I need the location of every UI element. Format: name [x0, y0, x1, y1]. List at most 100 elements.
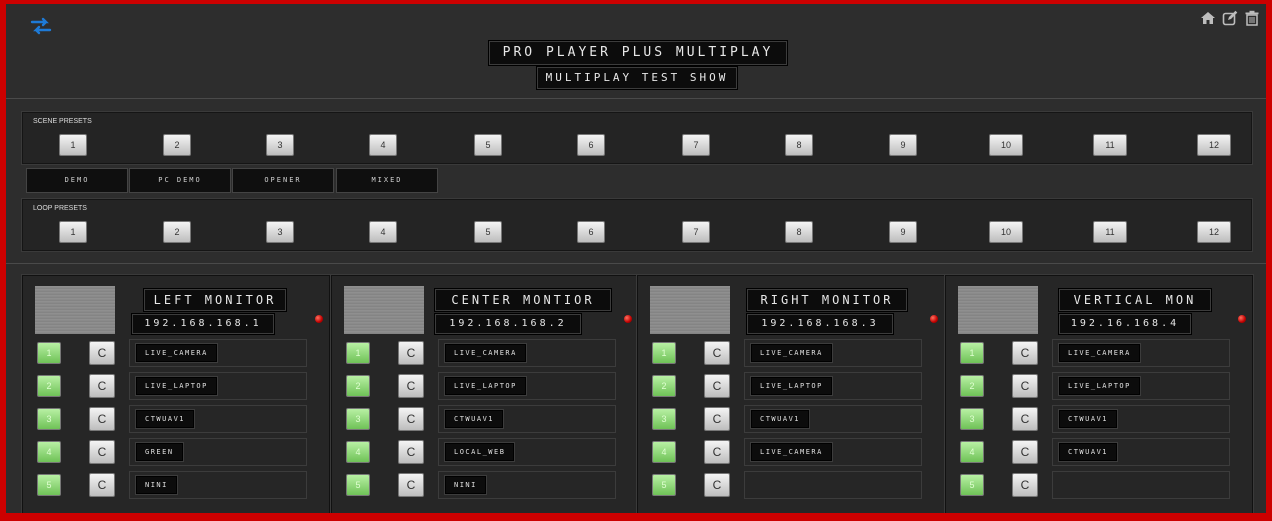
source-label: LIVE_LAPTOP [445, 377, 526, 395]
loop-preset-button-4[interactable]: 4 [369, 221, 397, 243]
play-preset-button[interactable]: 3 [37, 408, 61, 430]
play-preset-button[interactable]: 2 [960, 375, 984, 397]
play-preset-button[interactable]: 1 [652, 342, 676, 364]
source-field[interactable]: LIVE_LAPTOP [1052, 372, 1230, 400]
named-scene-button[interactable]: DEMO [26, 168, 128, 193]
play-preset-button[interactable]: 4 [37, 441, 61, 463]
reload-button[interactable]: C [704, 374, 730, 398]
source-field[interactable]: CTWUAV1 [438, 405, 616, 433]
reload-button[interactable]: C [704, 407, 730, 431]
source-field[interactable]: CTWUAV1 [744, 405, 922, 433]
monitor-ip: 192.16.168.4 [1058, 313, 1192, 335]
play-preset-button[interactable]: 5 [37, 474, 61, 496]
play-preset-button[interactable]: 5 [960, 474, 984, 496]
source-field[interactable]: LIVE_LAPTOP [744, 372, 922, 400]
loop-preset-button-3[interactable]: 3 [266, 221, 294, 243]
source-label: CTWUAV1 [1059, 443, 1118, 461]
source-field[interactable]: LIVE_CAMERA [744, 339, 922, 367]
source-field[interactable] [1052, 471, 1230, 499]
scene-preset-button-2[interactable]: 2 [163, 134, 191, 156]
loop-preset-button-2[interactable]: 2 [163, 221, 191, 243]
scene-preset-button-11[interactable]: 11 [1093, 134, 1127, 156]
source-field[interactable]: CTWUAV1 [129, 405, 307, 433]
preview-thumbnail [958, 286, 1038, 334]
scene-preset-button-3[interactable]: 3 [266, 134, 294, 156]
reload-button[interactable]: C [1012, 341, 1038, 365]
source-field[interactable]: CTWUAV1 [1052, 438, 1230, 466]
source-label: CTWUAV1 [136, 410, 195, 428]
scene-preset-button-12[interactable]: 12 [1197, 134, 1231, 156]
source-field[interactable]: GREEN [129, 438, 307, 466]
source-label: LIVE_CAMERA [751, 344, 832, 362]
play-preset-button[interactable]: 5 [652, 474, 676, 496]
reload-button[interactable]: C [398, 374, 424, 398]
play-preset-button[interactable]: 2 [346, 375, 370, 397]
source-row: 3 C CTWUAV1 [23, 404, 329, 434]
swap-icon[interactable] [30, 17, 52, 35]
loop-preset-button-12[interactable]: 12 [1197, 221, 1231, 243]
play-preset-button[interactable]: 1 [346, 342, 370, 364]
trash-icon[interactable] [1244, 10, 1260, 26]
play-preset-button[interactable]: 5 [346, 474, 370, 496]
scene-preset-button-1[interactable]: 1 [59, 134, 87, 156]
play-preset-button[interactable]: 2 [652, 375, 676, 397]
loop-preset-button-5[interactable]: 5 [474, 221, 502, 243]
scene-preset-button-10[interactable]: 10 [989, 134, 1023, 156]
reload-button[interactable]: C [704, 473, 730, 497]
reload-button[interactable]: C [398, 440, 424, 464]
source-field[interactable]: LIVE_CAMERA [129, 339, 307, 367]
reload-button[interactable]: C [89, 407, 115, 431]
scene-preset-button-6[interactable]: 6 [577, 134, 605, 156]
play-preset-button[interactable]: 1 [960, 342, 984, 364]
source-field[interactable]: NINI [438, 471, 616, 499]
play-preset-button[interactable]: 3 [346, 408, 370, 430]
source-row: 5 C NINI [23, 470, 329, 500]
source-field[interactable]: LIVE_CAMERA [438, 339, 616, 367]
loop-preset-button-10[interactable]: 10 [989, 221, 1023, 243]
named-scene-button[interactable]: PC DEMO [129, 168, 231, 193]
loop-preset-button-6[interactable]: 6 [577, 221, 605, 243]
reload-button[interactable]: C [398, 407, 424, 431]
named-scene-button[interactable]: MIXED [336, 168, 438, 193]
loop-preset-button-7[interactable]: 7 [682, 221, 710, 243]
scene-preset-button-4[interactable]: 4 [369, 134, 397, 156]
reload-button[interactable]: C [398, 341, 424, 365]
loop-preset-button-8[interactable]: 8 [785, 221, 813, 243]
source-field[interactable]: LIVE_CAMERA [744, 438, 922, 466]
source-field[interactable]: LOCAL_WEB [438, 438, 616, 466]
scene-preset-button-9[interactable]: 9 [889, 134, 917, 156]
named-scene-button[interactable]: OPENER [232, 168, 334, 193]
reload-button[interactable]: C [1012, 407, 1038, 431]
home-icon[interactable] [1200, 10, 1216, 26]
reload-button[interactable]: C [1012, 374, 1038, 398]
edit-icon[interactable] [1222, 10, 1238, 26]
scene-preset-button-8[interactable]: 8 [785, 134, 813, 156]
source-field[interactable]: LIVE_LAPTOP [129, 372, 307, 400]
reload-button[interactable]: C [89, 374, 115, 398]
reload-button[interactable]: C [89, 440, 115, 464]
play-preset-button[interactable]: 3 [652, 408, 676, 430]
loop-preset-button-1[interactable]: 1 [59, 221, 87, 243]
source-field[interactable]: LIVE_LAPTOP [438, 372, 616, 400]
play-preset-button[interactable]: 2 [37, 375, 61, 397]
play-preset-button[interactable]: 4 [960, 441, 984, 463]
reload-button[interactable]: C [704, 440, 730, 464]
reload-button[interactable]: C [89, 473, 115, 497]
scene-preset-button-5[interactable]: 5 [474, 134, 502, 156]
play-preset-button[interactable]: 4 [346, 441, 370, 463]
reload-button[interactable]: C [1012, 473, 1038, 497]
source-field[interactable]: LIVE_CAMERA [1052, 339, 1230, 367]
play-preset-button[interactable]: 3 [960, 408, 984, 430]
play-preset-button[interactable]: 4 [652, 441, 676, 463]
reload-button[interactable]: C [704, 341, 730, 365]
source-field[interactable] [744, 471, 922, 499]
reload-button[interactable]: C [398, 473, 424, 497]
loop-preset-button-9[interactable]: 9 [889, 221, 917, 243]
scene-preset-button-7[interactable]: 7 [682, 134, 710, 156]
play-preset-button[interactable]: 1 [37, 342, 61, 364]
loop-preset-button-11[interactable]: 11 [1093, 221, 1127, 243]
source-field[interactable]: CTWUAV1 [1052, 405, 1230, 433]
reload-button[interactable]: C [1012, 440, 1038, 464]
reload-button[interactable]: C [89, 341, 115, 365]
source-field[interactable]: NINI [129, 471, 307, 499]
